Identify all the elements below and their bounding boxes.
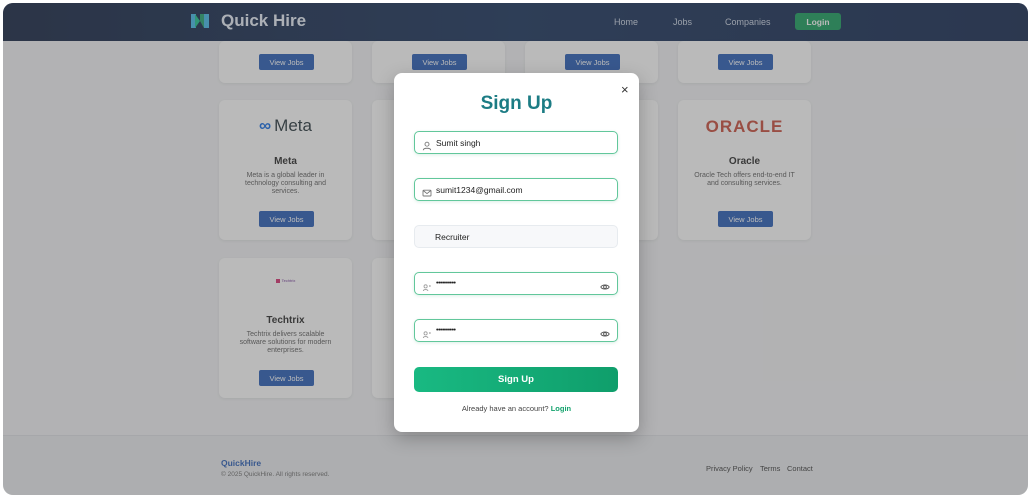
app-window: Quick Hire Home Jobs Companies Login Vie…	[3, 3, 1028, 495]
password-value: ••••••••••	[436, 280, 456, 287]
eye-icon[interactable]	[600, 279, 610, 290]
password-field[interactable]: ••••••••••	[414, 272, 618, 295]
mail-icon	[422, 185, 432, 197]
user-icon	[422, 138, 432, 151]
role-value: Recruiter	[435, 232, 470, 242]
lock-icon	[422, 279, 432, 292]
name-field[interactable]: Sumit singh	[414, 131, 618, 154]
login-prompt-text: Already have an account?	[461, 404, 549, 413]
lock-icon	[422, 326, 432, 339]
signup-modal: × Sign Up Sumit singh sumit1234@gmail.co…	[394, 73, 639, 432]
email-field[interactable]: sumit1234@gmail.com	[414, 178, 618, 201]
name-value: Sumit singh	[436, 138, 481, 148]
confirm-password-field[interactable]: ••••••••••	[414, 319, 618, 342]
login-prompt: Already have an account? Login	[394, 404, 639, 413]
email-value: sumit1234@gmail.com	[436, 185, 523, 195]
confirm-password-value: ••••••••••	[436, 327, 456, 334]
eye-icon[interactable]	[600, 326, 610, 337]
signup-button[interactable]: Sign Up	[414, 367, 618, 392]
role-select[interactable]: Recruiter	[414, 225, 618, 248]
login-link[interactable]: Login	[551, 404, 571, 413]
modal-title: Sign Up	[480, 93, 553, 114]
